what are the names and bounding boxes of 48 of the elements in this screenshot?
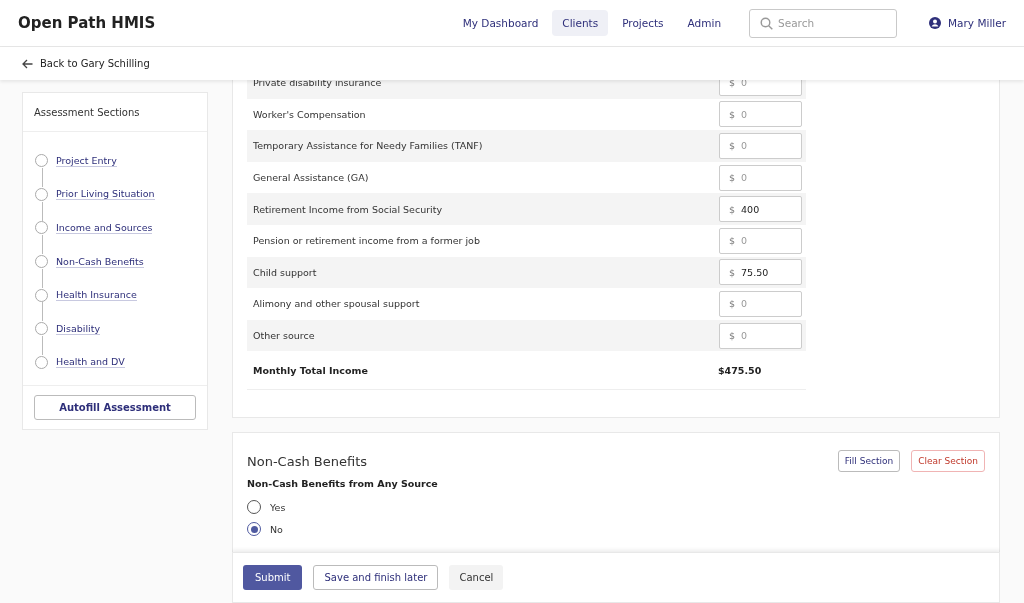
- option-label: No: [270, 523, 283, 535]
- amount-field[interactable]: $ 0: [719, 227, 802, 254]
- user-icon: [929, 17, 942, 29]
- section-link[interactable]: Health and DV: [56, 356, 125, 369]
- income-label: Other source: [253, 330, 316, 342]
- nav-tab[interactable]: Projects: [612, 10, 674, 36]
- section-link[interactable]: Project Entry: [56, 154, 117, 167]
- amount-field[interactable]: $ 0: [719, 80, 802, 96]
- section-link[interactable]: Health Insurance: [56, 289, 137, 302]
- income-label: Worker's Compensation: [253, 108, 367, 120]
- amount-field[interactable]: $ 0: [719, 322, 802, 349]
- back-link[interactable]: Back to Gary Schilling: [22, 58, 150, 69]
- search-icon: [760, 16, 774, 30]
- amount-field[interactable]: $ 400: [719, 196, 802, 223]
- sections-title: Assessment Sections: [23, 93, 207, 132]
- clear-section-button[interactable]: Clear Section: [911, 450, 985, 473]
- amount-field[interactable]: $ 0: [719, 133, 802, 159]
- fill-section-button[interactable]: Fill Section: [837, 450, 901, 473]
- option-label: Yes: [270, 501, 286, 513]
- amount-field[interactable]: $ 75.50: [719, 259, 802, 286]
- income-label: Alimony and other spousal support: [253, 298, 421, 310]
- total-label: Monthly Total Income: [253, 364, 369, 376]
- section-title: Non-Cash Benefits: [247, 453, 368, 469]
- amount-field[interactable]: $ 0: [719, 164, 802, 191]
- app-title: Open Path HMIS: [18, 14, 157, 32]
- save-later-button[interactable]: Save and finish later: [313, 565, 439, 590]
- cancel-button[interactable]: Cancel: [449, 565, 504, 590]
- nav-tab[interactable]: My Dashboard: [452, 10, 549, 36]
- section-link[interactable]: Disability: [56, 322, 101, 335]
- section-link[interactable]: Prior Living Situation: [56, 188, 155, 201]
- income-label: General Assistance (GA): [253, 172, 370, 184]
- income-label: Child support: [253, 266, 318, 278]
- income-label: Temporary Assistance for Needy Families (TANF): [253, 140, 484, 152]
- income-label: Retirement Income from Social Security: [253, 203, 444, 215]
- question-label: Non-Cash Benefits from Any Source: [247, 478, 439, 490]
- nav-tab[interactable]: Admin: [677, 10, 732, 36]
- section-link[interactable]: Income and Sources: [56, 222, 153, 234]
- back-arrow-icon: [22, 58, 33, 69]
- section-link[interactable]: Non-Cash Benefits: [56, 255, 144, 268]
- income-label: Private disability insurance: [253, 80, 383, 89]
- amount-field[interactable]: $ 0: [719, 101, 802, 128]
- total-value: $475.50: [718, 364, 763, 376]
- submit-button[interactable]: Submit: [243, 565, 303, 590]
- nav-tab[interactable]: Clients: [552, 10, 609, 36]
- amount-field[interactable]: $ 0: [719, 290, 802, 317]
- user-menu[interactable]: Mary Miller: [929, 17, 1006, 29]
- income-label: Pension or retirement income from a former job: [253, 235, 481, 247]
- autofill-button[interactable]: Autofill Assessment: [34, 395, 196, 421]
